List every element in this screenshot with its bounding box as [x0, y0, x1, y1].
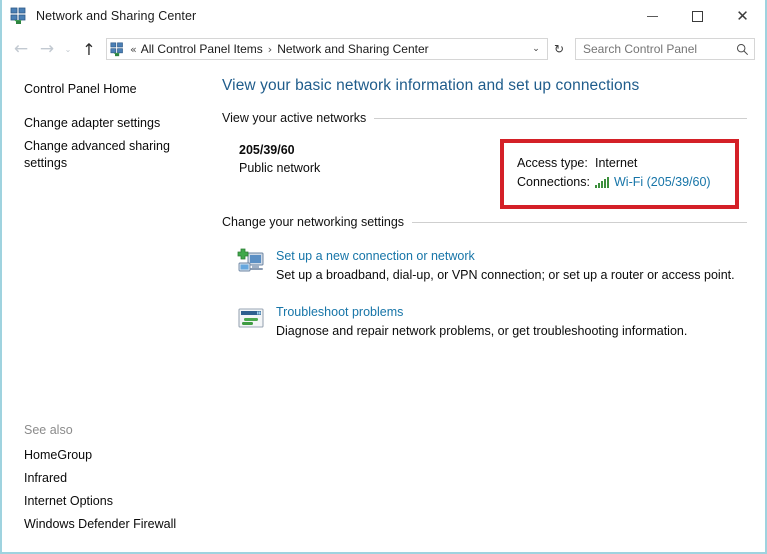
setting-description-troubleshoot: Diagnose and repair network problems, or… [276, 324, 688, 338]
section-divider [412, 221, 747, 223]
main-panel: View your basic network information and … [215, 65, 765, 552]
search-box[interactable] [575, 38, 755, 60]
close-icon: ✕ [736, 6, 749, 25]
setting-text-block: Troubleshoot problems Diagnose and repai… [276, 303, 687, 341]
minimize-icon [647, 15, 658, 17]
forward-button[interactable]: → [34, 36, 60, 62]
setting-description-new-connection: Set up a broadband, dial-up, or VPN conn… [276, 268, 735, 282]
up-button[interactable]: ↑ [76, 36, 102, 62]
wifi-signal-icon [595, 177, 609, 188]
networking-settings-label: Change your networking settings [222, 215, 405, 229]
network-sharing-center-window: Network and Sharing Center ✕ ← → ⌄ ↑ « A… [0, 0, 767, 554]
sidebar: Control Panel Home Change adapter settin… [2, 65, 215, 552]
setting-text-block: Set up a new connection or network Set u… [276, 247, 735, 285]
sidebar-item-internet-options[interactable]: Internet Options [2, 490, 215, 513]
new-connection-icon [236, 248, 266, 278]
active-networks-label: View your active networks [222, 111, 367, 125]
access-type-key: Access type: [517, 156, 588, 170]
setting-title-new-connection[interactable]: Set up a new connection or network [276, 247, 735, 265]
sidebar-item-windows-defender-firewall[interactable]: Windows Defender Firewall [2, 513, 215, 536]
network-sharing-icon [10, 7, 28, 25]
networking-settings-list: Set up a new connection or network Set u… [222, 245, 747, 341]
sidebar-item-infrared[interactable]: Infrared [2, 467, 215, 490]
connections-value-link[interactable]: Wi-Fi (205/39/60) [614, 173, 711, 192]
title-bar: Network and Sharing Center ✕ [2, 0, 765, 33]
section-divider [374, 117, 747, 119]
breadcrumb-item-all-control-panel-items[interactable]: All Control Panel Items [141, 42, 263, 56]
troubleshoot-icon [236, 304, 266, 334]
setting-title-troubleshoot[interactable]: Troubleshoot problems [276, 303, 687, 321]
address-chevron-down-icon[interactable]: ⌄ [527, 44, 545, 54]
search-icon[interactable] [731, 43, 754, 56]
recent-locations-button[interactable]: ⌄ [60, 36, 76, 62]
minimize-button[interactable] [630, 0, 675, 32]
maximize-button[interactable] [675, 0, 720, 32]
network-details-highlight-box: Access type: Internet Connections: Wi-Fi… [500, 139, 739, 209]
sidebar-item-change-advanced-sharing-settings[interactable]: Change advanced sharing settings [2, 135, 215, 175]
window-controls: ✕ [630, 0, 765, 32]
page-title: View your basic network information and … [222, 77, 640, 94]
breadcrumb-overflow-icon[interactable]: « [129, 43, 141, 56]
sidebar-item-control-panel-home[interactable]: Control Panel Home [2, 78, 215, 101]
breadcrumb-network-sharing-icon [110, 42, 125, 57]
sidebar-item-change-adapter-settings[interactable]: Change adapter settings [2, 112, 215, 135]
sidebar-item-homegroup[interactable]: HomeGroup [2, 444, 215, 467]
see-also-title: See also [24, 423, 73, 437]
maximize-icon [692, 10, 703, 22]
navigation-bar: ← → ⌄ ↑ « All Control Panel Items › Netw… [2, 33, 765, 65]
active-networks-section-header: View your active networks [222, 111, 747, 125]
refresh-button[interactable]: ↻ [548, 38, 570, 60]
access-type-row: Access type: Internet [517, 154, 721, 173]
back-button[interactable]: ← [8, 36, 34, 62]
networking-settings-section-header: Change your networking settings [222, 215, 747, 229]
active-network-row: 205/39/60 Public network Access type: In… [222, 128, 747, 215]
chevron-right-icon[interactable]: › [263, 43, 277, 56]
setting-item-troubleshoot[interactable]: Troubleshoot problems Diagnose and repai… [222, 301, 747, 341]
connections-key: Connections: [517, 175, 590, 189]
window-title: Network and Sharing Center [36, 9, 197, 23]
content-area: Control Panel Home Change adapter settin… [2, 65, 765, 552]
address-bar[interactable]: « All Control Panel Items › Network and … [106, 38, 548, 60]
breadcrumb-item-network-and-sharing-center[interactable]: Network and Sharing Center [277, 42, 428, 56]
close-button[interactable]: ✕ [720, 0, 765, 32]
setting-item-new-connection[interactable]: Set up a new connection or network Set u… [222, 245, 747, 285]
connections-row: Connections: Wi-Fi (205/39/60) [517, 173, 721, 192]
see-also-section: See also HomeGroup Infrared Internet Opt… [2, 423, 215, 536]
search-input[interactable] [576, 41, 732, 57]
access-type-value: Internet [595, 156, 638, 170]
